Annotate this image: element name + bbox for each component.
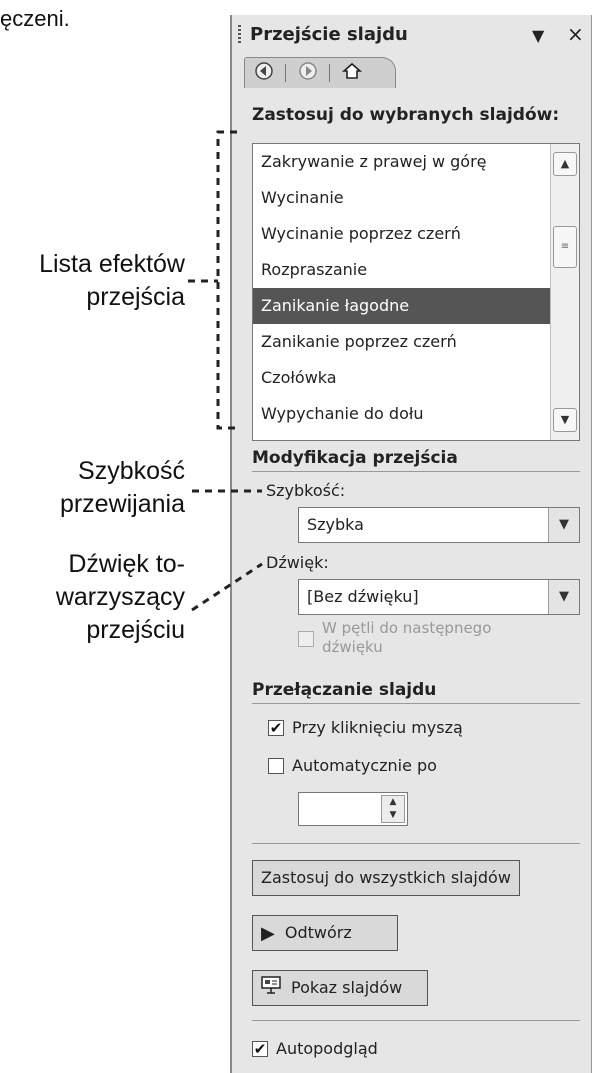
section-divider — [252, 703, 580, 704]
transition-effects-list[interactable]: Zakrywanie z prawej w górę Wycinanie Wyc… — [252, 143, 580, 441]
scroll-down-icon[interactable]: ▼ — [553, 408, 577, 432]
grip-handle[interactable] — [238, 25, 241, 45]
back-arrow-icon[interactable] — [251, 61, 277, 85]
section-divider — [252, 1020, 580, 1021]
slideshow-button[interactable]: Pokaz slajdów — [252, 970, 428, 1006]
pane-nav-bar — [244, 57, 396, 88]
loop-sound-checkbox[interactable] — [298, 631, 314, 647]
speed-value: Szybka — [307, 515, 364, 534]
chevron-down-icon[interactable]: ▼ — [548, 508, 579, 542]
section-divider — [252, 843, 580, 844]
scroll-thumb[interactable]: ≡ — [553, 226, 577, 268]
auto-advance-label: Automatycznie po — [292, 756, 437, 775]
slide-transition-pane: Przejście slajdu ▼ × Zastosuj do wybrany… — [230, 15, 592, 1073]
play-button[interactable]: ▶ Odtwórz — [252, 915, 398, 951]
list-item[interactable]: Wypychanie do dołu — [253, 396, 551, 432]
close-icon[interactable]: × — [567, 22, 584, 46]
play-icon: ▶ — [261, 922, 275, 944]
on-click-checkbox[interactable]: ✔ — [268, 720, 284, 736]
autopreview-label: Autopodgląd — [276, 1039, 378, 1058]
auto-advance-time-input[interactable]: ▲ ▼ — [298, 792, 408, 826]
list-item[interactable]: Zanikanie poprzez czerń — [253, 324, 551, 360]
home-icon[interactable] — [339, 61, 365, 85]
sound-value: [Bez dźwięku] — [307, 587, 419, 606]
apply-selected-heading: Zastosuj do wybranych slajdów: — [252, 105, 560, 125]
callout-speed: Szybkość przewijania — [59, 457, 185, 518]
sound-select[interactable]: [Bez dźwięku] ▼ — [298, 579, 580, 615]
list-item[interactable]: Czołówka — [253, 360, 551, 396]
callout-effects-list: Lista efektów przejścia — [39, 250, 185, 311]
forward-arrow-icon[interactable] — [295, 61, 321, 85]
list-item-selected[interactable]: Zanikanie łagodne — [253, 288, 551, 324]
callout-sound: Dźwięk to- warzyszący przejściu — [55, 550, 185, 644]
list-item[interactable]: Wycinanie poprzez czerń — [253, 216, 551, 252]
autopreview-checkbox[interactable]: ✔ — [252, 1041, 268, 1057]
advance-slide-heading: Przełączanie slajdu — [252, 680, 437, 700]
pane-header: Przejście slajdu ▼ × — [232, 15, 592, 55]
speed-select[interactable]: Szybka ▼ — [298, 507, 580, 543]
pane-menu-dropdown-icon[interactable]: ▼ — [532, 26, 544, 45]
list-item[interactable]: Rozpraszanie — [253, 252, 551, 288]
spin-arrows-icon[interactable]: ▲ ▼ — [381, 795, 405, 823]
slideshow-icon — [261, 972, 281, 1006]
list-item[interactable]: Wycinanie — [253, 180, 551, 216]
list-item[interactable]: Wypychanie w lewo — [253, 430, 551, 440]
pane-title: Przejście slajdu — [250, 24, 408, 45]
chevron-down-icon[interactable]: ▼ — [548, 580, 579, 614]
sound-label: Dźwięk: — [266, 553, 329, 572]
on-click-label: Przy kliknięciu myszą — [292, 718, 463, 737]
list-scrollbar[interactable]: ▲ ≡ ▼ — [550, 144, 579, 440]
auto-advance-checkbox[interactable] — [268, 758, 284, 774]
scroll-up-icon[interactable]: ▲ — [553, 152, 577, 176]
section-divider — [252, 471, 580, 472]
modify-transition-heading: Modyfikacja przejścia — [252, 448, 458, 468]
apply-all-button[interactable]: Zastosuj do wszystkich slajdów — [252, 860, 520, 896]
cropped-text: ęczeni. — [0, 6, 70, 31]
speed-label: Szybkość: — [266, 481, 346, 500]
loop-sound-label: W pętli do następnego dźwięku — [322, 619, 492, 656]
list-item[interactable]: Zakrywanie z prawej w górę — [253, 144, 551, 180]
